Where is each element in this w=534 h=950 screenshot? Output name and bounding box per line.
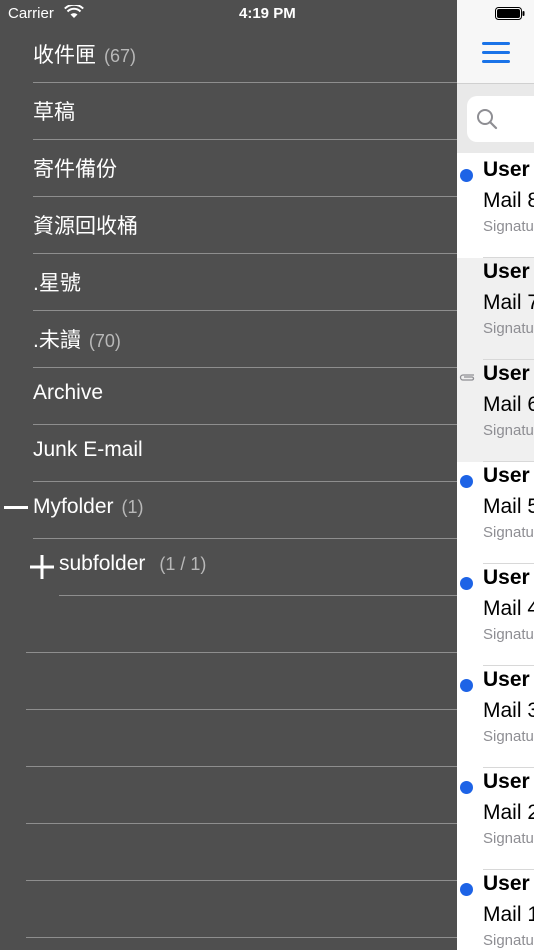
collapse-minus-icon[interactable]	[4, 506, 28, 510]
mail-subject: Mail 8	[483, 189, 534, 212]
mail-sender: User	[483, 566, 530, 589]
folder-label: Junk E-mail	[33, 438, 143, 461]
unread-dot-icon	[460, 577, 473, 590]
folder-item-trash[interactable]: 資源回收桶	[0, 197, 457, 254]
mail-row[interactable]: User Mail 1 Signatu	[457, 870, 534, 950]
folder-label: 寄件備份	[33, 158, 117, 181]
empty-row-separator	[26, 709, 457, 710]
carrier-label: Carrier	[8, 5, 54, 22]
mail-sender: User	[483, 158, 530, 181]
unread-dot-icon	[460, 883, 473, 896]
empty-row-separator	[26, 880, 457, 881]
folder-item-inbox[interactable]: 收件匣 (67)	[0, 26, 457, 83]
mail-sender: User	[483, 872, 530, 895]
mail-row[interactable]: User Mail 6 Signatu	[457, 360, 534, 462]
mail-sender: User	[483, 260, 530, 283]
mail-subject: Mail 3	[483, 699, 534, 722]
folder-label: 收件匣	[33, 44, 96, 67]
mail-subject: Mail 6	[483, 393, 534, 416]
mail-subject: Mail 2	[483, 801, 534, 824]
folder-item-unread[interactable]: .未讀 (70)	[0, 311, 457, 368]
mail-sender: User	[483, 362, 530, 385]
unread-dot-icon	[460, 475, 473, 488]
mail-row[interactable]: User Mail 8 Signatu	[457, 156, 534, 258]
mail-sender: User	[483, 668, 530, 691]
folder-label: Myfolder	[33, 495, 114, 518]
unread-dot-icon	[460, 781, 473, 794]
folder-count: (70)	[88, 331, 121, 351]
folder-item-drafts[interactable]: 草稿	[0, 83, 457, 140]
folder-label: 資源回收桶	[33, 215, 138, 238]
empty-row-separator	[26, 766, 457, 767]
mail-subject: Mail 4	[483, 597, 534, 620]
folder-count: (1)	[121, 497, 144, 517]
mail-preview: Signatu	[483, 524, 534, 541]
mail-sender: User	[483, 770, 530, 793]
mail-row[interactable]: User Mail 7 Signatu	[457, 258, 534, 360]
folder-label: Archive	[33, 381, 104, 404]
mail-subject: Mail 5	[483, 495, 534, 518]
mail-subject: Mail 1	[483, 903, 534, 926]
hamburger-menu-icon[interactable]	[482, 42, 510, 64]
mail-preview: Signatu	[483, 320, 534, 337]
folder-sidebar: 收件匣 (67) 草稿 寄件備份 資源回收桶 .星號 .未讀 (70) Archiv…	[0, 0, 457, 950]
battery-icon	[495, 7, 525, 20]
unread-dot-icon	[460, 169, 473, 182]
search-icon	[477, 109, 498, 130]
mail-preview: Signatu	[483, 626, 534, 643]
mail-preview: Signatu	[483, 830, 534, 847]
folder-label: 草稿	[33, 101, 75, 124]
mail-row[interactable]: User Mail 5 Signatu	[457, 462, 534, 564]
mail-preview: Signatu	[483, 422, 534, 439]
paperclip-icon	[459, 374, 475, 381]
wifi-icon	[64, 5, 84, 18]
empty-row-separator	[26, 652, 457, 653]
folder-item-junk[interactable]: Junk E-mail	[0, 425, 457, 482]
mail-sender: User	[483, 464, 530, 487]
empty-row-separator	[26, 823, 457, 824]
unread-dot-icon	[460, 679, 473, 692]
mail-preview: Signatu	[483, 218, 534, 235]
folder-item-myfolder[interactable]: Myfolder (1)	[0, 482, 457, 539]
folder-item-archive[interactable]: Archive	[0, 368, 457, 425]
clock: 4:19 PM	[239, 5, 296, 22]
expand-plus-icon[interactable]	[30, 555, 54, 579]
folder-count: (1 / 1)	[159, 554, 207, 574]
empty-row-separator	[26, 937, 457, 938]
folder-item-starred[interactable]: .星號	[0, 254, 457, 311]
folder-count: (67)	[104, 46, 137, 66]
mail-row[interactable]: User Mail 2 Signatu	[457, 768, 534, 870]
mail-preview: Signatu	[483, 932, 534, 949]
mail-list-pane: User Mail 8 Signatu User Mail 7 Signatu …	[457, 0, 534, 950]
folder-label: .未讀	[33, 329, 81, 352]
folder-item-sent[interactable]: 寄件備份	[0, 140, 457, 197]
mail-row[interactable]: User Mail 4 Signatu	[457, 564, 534, 666]
mail-row[interactable]: User Mail 3 Signatu	[457, 666, 534, 768]
mail-preview: Signatu	[483, 728, 534, 745]
folder-label: subfolder	[59, 552, 146, 575]
separator	[59, 595, 457, 596]
status-bar: Carrier 4:19 PM	[0, 0, 534, 28]
mail-subject: Mail 7	[483, 291, 534, 314]
folder-label: .星號	[33, 272, 81, 295]
folder-item-subfolder[interactable]: subfolder (1 / 1)	[0, 539, 457, 596]
